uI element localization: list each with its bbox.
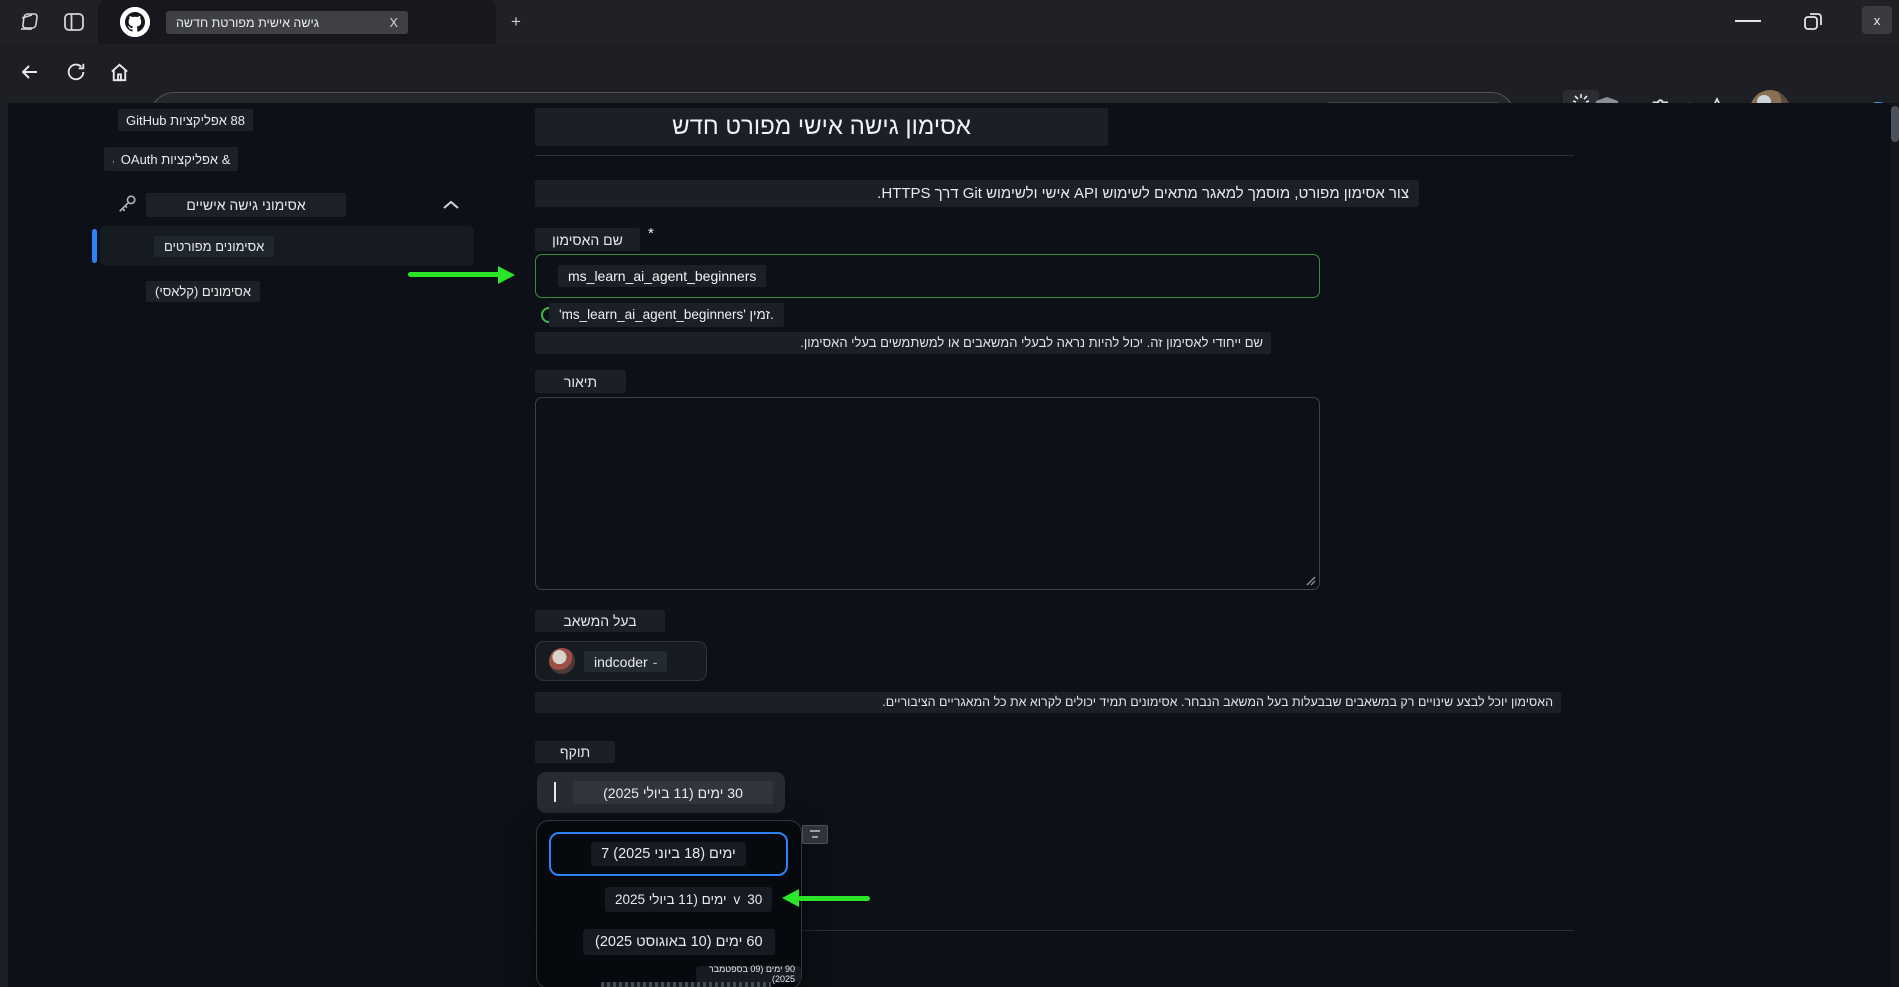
oauth-artifact-comma: , bbox=[112, 153, 115, 165]
name-available-message: 'ms_learn_ai_agent_beginners' זמין. bbox=[549, 303, 784, 327]
expiration-value: 30 ימים (11 ביולי 2025) bbox=[573, 781, 773, 804]
annotation-arrow-left-head bbox=[782, 889, 799, 907]
menu-option-30-label-b: 30 bbox=[747, 892, 763, 907]
owner-dropdown-caret: - bbox=[652, 653, 658, 670]
sidebar-item-classic-tokens[interactable]: אסימונים (קלאסי) bbox=[146, 281, 260, 302]
selected-indicator-bar bbox=[92, 229, 97, 263]
tab-close-icon[interactable]: X bbox=[390, 16, 398, 30]
owner-note-text: האסימון יוכל לבצע שינויים רק במשאבים שבב… bbox=[535, 692, 1561, 713]
menu-option-30-checkmark: v bbox=[733, 892, 741, 907]
owner-avatar bbox=[549, 648, 575, 674]
description-label: תיאור bbox=[535, 370, 626, 393]
annotation-arrow-right bbox=[408, 272, 500, 277]
divider-top bbox=[535, 155, 1574, 156]
restore-button[interactable] bbox=[1802, 10, 1824, 32]
sidebar-item-personal-access-tokens[interactable]: אסימוני גישה אישיים bbox=[146, 193, 346, 217]
home-icon[interactable] bbox=[103, 56, 135, 88]
token-name-input[interactable]: ms_learn_ai_agent_beginners bbox=[535, 254, 1320, 298]
scrollbar-track[interactable] bbox=[1891, 103, 1899, 987]
sidebar-item-oauth-label: OAuth אפליקציות & bbox=[120, 151, 231, 167]
resource-owner-select[interactable]: indcoder - bbox=[535, 641, 707, 681]
refresh-icon[interactable] bbox=[60, 56, 92, 88]
menu-option-30-days[interactable]: ימים (11 ביולי 2025 v 30 bbox=[605, 887, 773, 912]
name-hint-text: שם ייחודי לאסימון זה. יכול להיות נראה לב… bbox=[535, 332, 1271, 354]
sidebar-item-github-apps[interactable]: 88 אפליקציות GitHub bbox=[118, 109, 254, 131]
browser-toolbar: & https://github.com/settings/personal-a… bbox=[0, 44, 1899, 141]
description-textarea[interactable] bbox=[535, 397, 1320, 590]
tab-layout-icon[interactable] bbox=[60, 8, 88, 36]
required-asterisk: * bbox=[648, 225, 654, 242]
tab-title: גישה אישית מפורטת חדשה bbox=[176, 15, 319, 30]
token-name-value: ms_learn_ai_agent_beginners bbox=[558, 265, 767, 287]
expiration-dropdown-menu: 7 ימים (18 ביוני 2025) ימים (11 ביולי 20… bbox=[536, 820, 802, 987]
menu-option-90-days[interactable]: 90 ימים (09 בספטמבר 2025) bbox=[696, 964, 801, 984]
tab-bar: גישה אישית מפורטת חדשה X + x bbox=[0, 0, 1899, 44]
resize-handle-icon[interactable] bbox=[1304, 574, 1316, 586]
expiration-select[interactable]: 30 ימים (11 ביולי 2025) bbox=[537, 772, 785, 813]
new-tab-button[interactable]: + bbox=[505, 11, 527, 33]
owner-name: indcoder bbox=[594, 653, 648, 670]
back-icon[interactable] bbox=[14, 56, 46, 88]
github-logo-icon bbox=[120, 7, 150, 37]
chevron-up-icon[interactable] bbox=[442, 199, 460, 210]
scrollbar-thumb[interactable] bbox=[1891, 106, 1899, 142]
ui-artifact-box bbox=[802, 825, 828, 844]
key-icon bbox=[116, 193, 140, 217]
token-name-label: שם האסימון bbox=[535, 228, 640, 251]
annotation-arrow-right-head bbox=[498, 266, 515, 284]
clipped-menu-text-artifact bbox=[601, 982, 771, 987]
expiration-label: תוקף bbox=[535, 741, 615, 763]
menu-option-7-days-label: 7 ימים (18 ביוני 2025) bbox=[591, 842, 746, 866]
sidebar-item-oauth-apps[interactable]: , OAuth אפליקציות & bbox=[104, 147, 239, 171]
github-page: 88 אפליקציות GitHub , OAuth אפליקציות & … bbox=[8, 103, 1891, 987]
page-title: אסימון גישה אישי מפורט חדש bbox=[535, 108, 1108, 146]
menu-option-60-days[interactable]: 60 ימים (10 באוגוסט 2025) bbox=[583, 929, 775, 955]
workspaces-icon[interactable] bbox=[16, 8, 44, 36]
minimize-button[interactable] bbox=[1735, 20, 1761, 22]
browser-window: גישה אישית מפורטת חדשה X + x & https://g… bbox=[0, 0, 1899, 987]
menu-option-7-days[interactable]: 7 ימים (18 ביוני 2025) bbox=[549, 832, 788, 876]
browser-tab[interactable]: גישה אישית מפורטת חדשה X bbox=[98, 0, 496, 44]
sidebar-item-fine-grained-label: אסימונים מפורטים bbox=[154, 236, 275, 257]
menu-option-30-label-a: ימים (11 ביולי 2025 bbox=[615, 892, 727, 907]
intro-text: צור אסימון מפורט, מוסמך למאגר מתאים לשימ… bbox=[535, 180, 1419, 207]
annotation-arrow-left bbox=[798, 896, 870, 901]
text-cursor bbox=[554, 782, 556, 802]
close-window-button[interactable]: x bbox=[1862, 6, 1892, 34]
resource-owner-label: בעל המשאב bbox=[535, 610, 665, 632]
sidebar-item-fine-grained-tokens[interactable]: אסימונים מפורטים bbox=[100, 226, 474, 266]
